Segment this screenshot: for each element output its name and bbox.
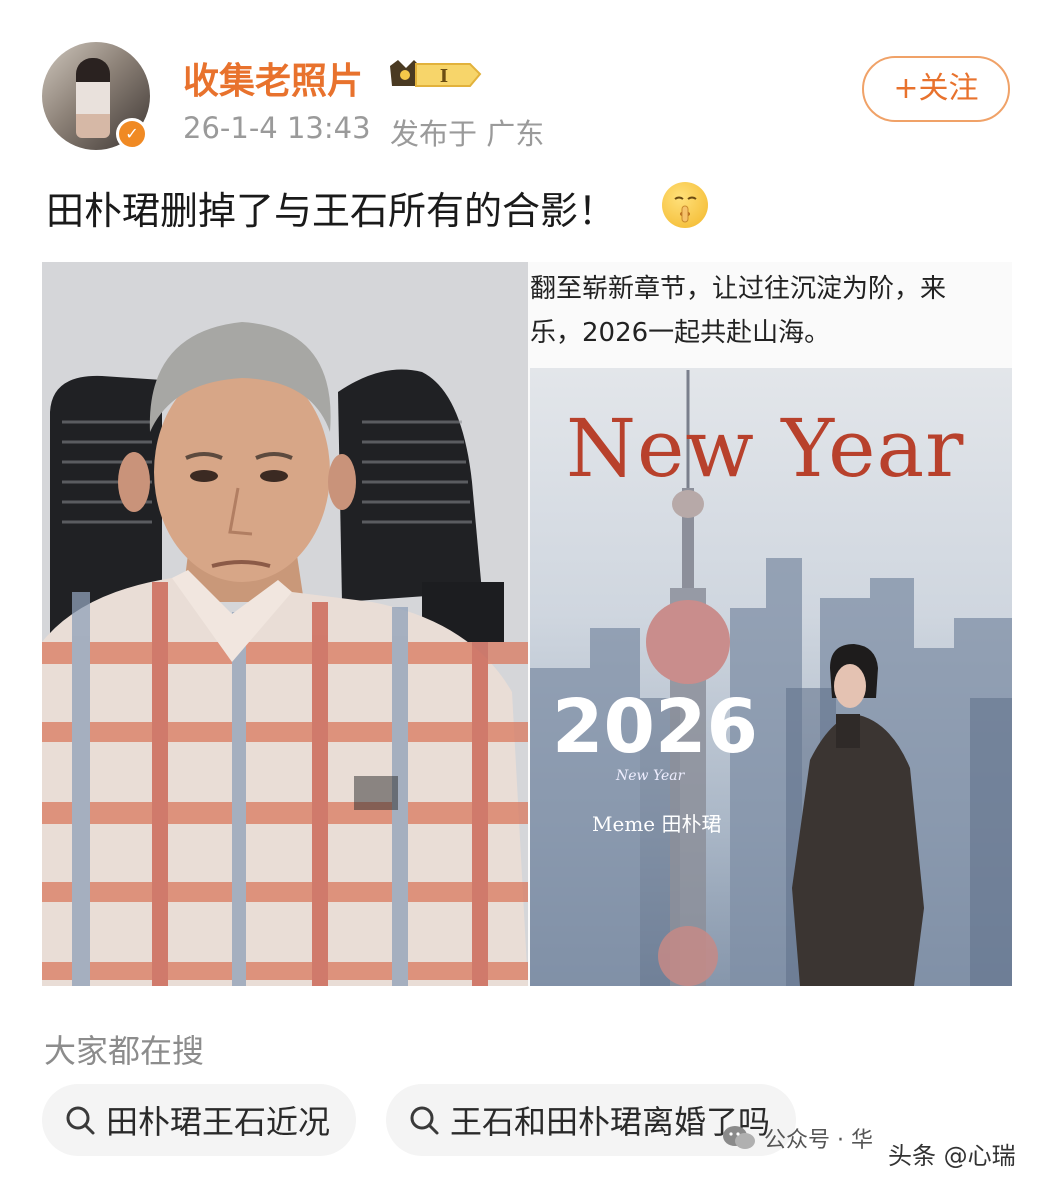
follow-button[interactable]: +关注 bbox=[862, 56, 1010, 122]
vip-crown-badge-icon[interactable]: I bbox=[386, 56, 482, 92]
search-suggestion-chip[interactable]: 田朴珺王石近况 bbox=[42, 1084, 357, 1156]
image-caption-line-1: 翻至崭新章节，让过往沉淀为阶，来 bbox=[530, 274, 947, 304]
poster-author: Meme 田朴珺 bbox=[592, 812, 722, 836]
poster-year: 2026 bbox=[552, 684, 758, 770]
watermark-gzh-text: 公众号 · 华 bbox=[764, 1128, 873, 1153]
wechat-official-account-watermark: 公众号 · 华 bbox=[722, 1122, 873, 1154]
new-year-post-image[interactable]: 翻至崭新章节，让过往沉淀为阶，来 乐，2026一起共赴山海。 New Year … bbox=[528, 262, 1012, 986]
search-icon bbox=[66, 1106, 95, 1135]
poster-script-text: New Year bbox=[616, 768, 685, 784]
post-text: 田朴珺删掉了与王石所有的合影！ bbox=[46, 189, 617, 233]
post-timestamp: 26-1-4 13:43 bbox=[183, 111, 371, 145]
new-year-poster: New Year 2026 New Year Meme 田朴珺 bbox=[530, 368, 1012, 986]
verified-badge-icon: ✓ bbox=[116, 118, 148, 150]
username[interactable]: 收集老照片 bbox=[183, 52, 363, 104]
image-caption-line-2: 乐，2026一起共赴山海。 bbox=[530, 318, 831, 348]
avatar-figure bbox=[76, 58, 110, 138]
shushing-face-icon bbox=[662, 182, 708, 228]
vip-level: I bbox=[440, 66, 448, 87]
search-suggestion-label: 田朴珺王石近况 bbox=[106, 1103, 331, 1141]
poster-title: New Year bbox=[566, 402, 965, 495]
search-section-heading: 大家都在搜 bbox=[44, 1032, 205, 1070]
photo-man-plaid-shirt[interactable] bbox=[42, 262, 528, 986]
wechat-icon bbox=[723, 1126, 755, 1149]
search-icon bbox=[410, 1106, 439, 1135]
toutiao-watermark: 头条 @心瑞 bbox=[888, 1142, 1016, 1170]
post-location: 发布于 广东 bbox=[390, 117, 545, 151]
